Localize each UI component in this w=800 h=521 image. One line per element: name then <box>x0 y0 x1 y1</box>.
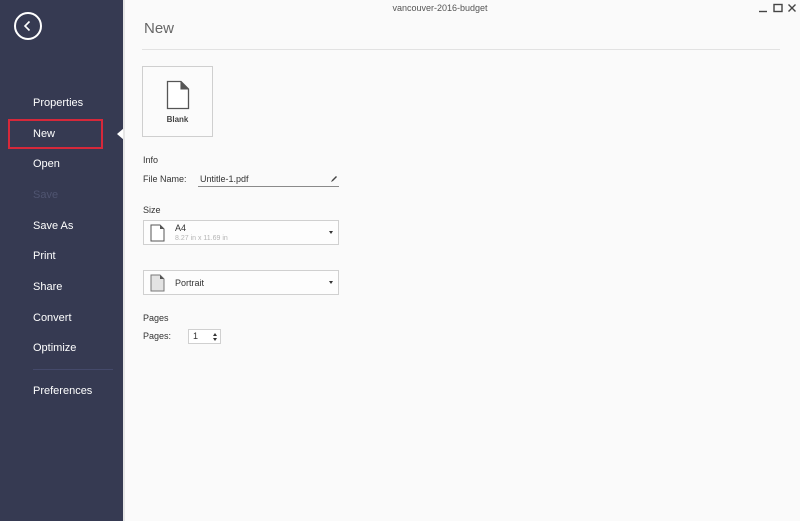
size-heading: Size <box>143 205 161 215</box>
page-size-value: A4 <box>175 223 187 233</box>
page-title: New <box>144 20 175 37</box>
minimize-button[interactable] <box>757 2 769 14</box>
blank-template-button[interactable]: Blank <box>142 66 213 137</box>
blank-template-label: Blank <box>166 115 189 124</box>
maximize-icon <box>773 3 783 13</box>
chevron-down-icon <box>329 231 333 234</box>
window-title: vancouver-2016-budget <box>392 3 488 13</box>
minimize-icon <box>759 10 767 13</box>
close-icon <box>788 4 796 12</box>
back-button[interactable] <box>14 12 42 40</box>
pencil-icon[interactable] <box>330 175 338 183</box>
sidebar-item-open[interactable]: Open <box>33 158 60 170</box>
pages-stepper[interactable]: 1 <box>188 329 221 344</box>
sidebar-item-new[interactable]: New <box>33 128 55 140</box>
maximize-button[interactable] <box>772 2 784 14</box>
sidebar-item-save: Save <box>33 189 59 201</box>
title-divider <box>142 49 780 50</box>
orientation-value: Portrait <box>175 278 205 288</box>
info-heading: Info <box>143 155 159 165</box>
stepper-up-icon[interactable] <box>213 333 217 336</box>
chevron-down-icon <box>329 281 333 284</box>
sidebar-item-preferences[interactable]: Preferences <box>33 385 92 397</box>
pages-value: 1 <box>193 331 199 341</box>
blank-document-icon <box>166 80 190 110</box>
pages-heading: Pages <box>143 313 169 323</box>
portrait-document-icon <box>150 274 165 292</box>
sidebar-item-optimize[interactable]: Optimize <box>33 342 76 354</box>
sidebar-item-share[interactable]: Share <box>33 281 62 293</box>
orientation-dropdown[interactable]: Portrait <box>143 270 339 295</box>
sidebar-item-print[interactable]: Print <box>33 250 56 262</box>
file-name-input[interactable]: Untitle-1.pdf <box>198 174 339 187</box>
pages-label: Pages: <box>143 331 172 341</box>
sidebar-item-properties[interactable]: Properties <box>33 97 83 109</box>
page-size-dimensions: 8.27 in x 11.69 in <box>175 235 228 242</box>
sidebar-border <box>123 0 125 521</box>
close-button[interactable] <box>786 2 798 14</box>
stepper-down-icon[interactable] <box>213 338 217 341</box>
back-arrow-icon <box>23 20 31 32</box>
file-name-label: File Name: <box>143 174 187 184</box>
page-size-dropdown[interactable]: A4 8.27 in x 11.69 in <box>143 220 339 245</box>
sidebar-item-convert[interactable]: Convert <box>33 312 72 324</box>
sidebar-divider <box>33 369 113 370</box>
sidebar-item-save-as[interactable]: Save As <box>33 220 73 232</box>
active-item-highlight <box>8 119 103 149</box>
file-name-value: Untitle-1.pdf <box>200 174 249 184</box>
page-size-document-icon <box>150 224 165 242</box>
sidebar: Properties New Open Save Save As Print S… <box>0 0 124 521</box>
